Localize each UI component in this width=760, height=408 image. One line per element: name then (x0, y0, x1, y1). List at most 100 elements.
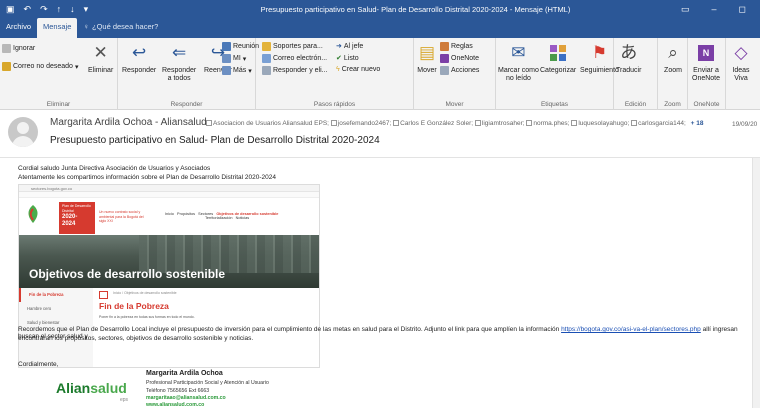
quickstep-1-label: Soportes para... (273, 43, 323, 50)
more-recipients-badge[interactable]: + 18 (691, 120, 704, 127)
im-icon (222, 54, 231, 63)
redo-icon[interactable]: ↷ (40, 4, 48, 15)
tab-mensaje[interactable]: Mensaje (37, 18, 78, 38)
goal-icon (99, 291, 108, 299)
magnifier-icon: ⌕ (668, 43, 678, 62)
group-mover: ▤ Mover Reglas OneNote Acciones Mover (414, 38, 496, 110)
group-label-zoom: Zoom (664, 101, 681, 108)
zoom-button[interactable]: ⌕ Zoom (662, 42, 684, 75)
quick-access-toolbar: ▣ ↶ ↷ ↑ ↓ ▾ (0, 4, 150, 15)
recipient[interactable]: luquesolayahugo; (571, 120, 629, 127)
window-controls: ▭ – ◻ (681, 4, 760, 15)
quickstep-3[interactable]: Responder y eli... (262, 66, 327, 75)
translate-label: Traducir (616, 67, 642, 74)
reply-button[interactable]: ↩ Responder (122, 42, 156, 75)
actions-button[interactable]: Acciones (440, 66, 479, 75)
group-onenote: N Enviar a OneNote OneNote (688, 38, 726, 110)
reply-all-icon: ⇐ (172, 43, 187, 62)
more-label: Más (233, 67, 247, 74)
recipient[interactable]: norma.phes; (526, 120, 570, 127)
sender-name[interactable]: Margarita Ardila Ochoa - Aliansalud (50, 117, 207, 128)
delete-button[interactable]: ✕ Eliminar (88, 42, 113, 75)
ribbon-display-icon[interactable]: ▭ (681, 4, 690, 15)
quickstep-5[interactable]: ✔ Listo (336, 54, 359, 63)
send-onenote-button[interactable]: N Enviar a OneNote (692, 42, 720, 83)
translate-button[interactable]: あ Traducir (616, 42, 641, 75)
greeting-text: Cordial saludo Junta Directiva Asociació… (18, 165, 211, 172)
junk-icon (2, 62, 11, 71)
recipients-line: Asociacion de Usuarios Aliansalud EPS; j… (206, 120, 703, 127)
plan-badge: Plan de Desarrollo Distrital 2020- 2024 (59, 202, 95, 234)
quickstep-6-label: Crear nuevo (341, 66, 381, 73)
quickstep-1[interactable]: Soportes para... (262, 42, 323, 51)
calendar-icon (222, 42, 231, 51)
signature-email[interactable]: margaritaao@aliansalud.com.co (146, 395, 226, 401)
ideas-button[interactable]: ◇ Ideas Viva (730, 42, 752, 83)
categorize-label: Categorizar (540, 67, 577, 74)
group-label-edicion: Edición (624, 101, 647, 108)
quickstep-6[interactable]: ϟ Crear nuevo (336, 66, 380, 73)
intro-text: Atentamente les compartimos información … (18, 174, 276, 181)
tab-archivo[interactable]: Archivo (0, 18, 37, 38)
onenote-move-label: OneNote (451, 55, 480, 62)
rules-button[interactable]: Reglas (440, 42, 473, 51)
mark-unread-button[interactable]: ✉ Marcar como no leído (498, 42, 539, 83)
customize-icon[interactable]: ▾ (84, 4, 89, 15)
recipient[interactable]: Asociacion de Usuarios Aliansalud EPS; (206, 120, 329, 127)
signature-web[interactable]: www.aliansalud.com.co (146, 402, 204, 408)
recipient[interactable]: ligiamtrosaher; (474, 120, 525, 127)
im-button[interactable]: MI ▾ (222, 54, 246, 63)
message-header: Margarita Ardila Ochoa - Aliansalud Asoc… (0, 110, 760, 158)
recipient[interactable]: Carlos E González Soler; (393, 120, 473, 127)
embedded-breadcrumb: Inicio / Objetivos de desarrollo sosteni… (113, 291, 177, 295)
junk-label: Correo no deseado (13, 63, 73, 70)
flag-icon: ⚑ (591, 43, 608, 62)
send-onenote-label-1: Enviar a (693, 67, 719, 74)
rules-label: Reglas (451, 43, 473, 50)
more-button[interactable]: Más ▾ (222, 66, 252, 75)
reply-all-button[interactable]: ⇐ Responder a todos (162, 42, 196, 83)
up-arrow-icon[interactable]: ↑ (57, 4, 62, 15)
im-label: MI (233, 55, 241, 62)
zoom-label: Zoom (664, 67, 682, 74)
delete-label: Eliminar (88, 67, 114, 74)
undo-icon[interactable]: ↶ (24, 4, 32, 15)
maximize-icon[interactable]: ◻ (739, 4, 746, 15)
group-responder: ↩ Responder ⇐ Responder a todos ↪ Reenvi… (118, 38, 259, 110)
ignore-label: Ignorar (13, 45, 36, 52)
ignore-button[interactable]: Ignorar (2, 44, 35, 53)
move-folder-icon: ▤ (418, 43, 436, 62)
categorize-button[interactable]: Categorizar (540, 42, 576, 75)
meeting-button[interactable]: Reunión (222, 42, 259, 51)
group-label-mover: Mover (445, 101, 464, 108)
quickstep-5-label: Listo (343, 54, 359, 62)
save-icon[interactable]: ▣ (6, 4, 15, 15)
ideas-label-1: Ideas (732, 67, 750, 74)
reply-icon: ↩ (132, 43, 147, 62)
envelope-icon: ✉ (511, 43, 526, 62)
tell-me-label: ¿Qué desea hacer? (92, 21, 159, 31)
recipient[interactable]: josefemando2467; (330, 120, 391, 127)
reply-delete-icon (262, 66, 271, 75)
embedded-heading: Fin de la Pobreza (99, 301, 169, 311)
junk-button[interactable]: Correo no deseado ▾ (2, 62, 78, 71)
recipient[interactable]: carlosgarcia144; (631, 120, 686, 127)
tell-me-box[interactable]: ♀ ¿Qué desea hacer? (77, 18, 164, 38)
group-ideas: ◇ Ideas Viva (726, 38, 760, 110)
group-pasos-rapidos: Soportes para... Correo electrón... Resp… (256, 38, 414, 110)
move-button[interactable]: ▤ Mover (416, 42, 438, 75)
avatar (8, 117, 38, 147)
onenote-move-button[interactable]: OneNote (440, 54, 479, 63)
quickstep-4-label: Al jefe (343, 42, 364, 50)
checkmark-icon: ✔ (336, 55, 342, 62)
signature-name: Margarita Ardila Ochoa (146, 370, 223, 377)
vertical-scrollbar[interactable] (752, 158, 760, 408)
minimize-icon[interactable]: – (712, 4, 717, 15)
quickstep-4[interactable]: ➜ Al jefe (336, 42, 364, 51)
group-eliminar: Ignorar Correo no deseado ▾ ✕ Eliminar E… (0, 38, 118, 110)
sectores-link[interactable]: https://bogota.gov.co/asi-va-el-plan/sec… (561, 326, 701, 333)
embedded-hero: Objetivos de desarrollo sostenible (19, 235, 319, 288)
lightbulb-icon: ♀ (83, 21, 89, 31)
quickstep-2[interactable]: Correo electrón... (262, 54, 327, 63)
down-arrow-icon[interactable]: ↓ (70, 4, 75, 15)
